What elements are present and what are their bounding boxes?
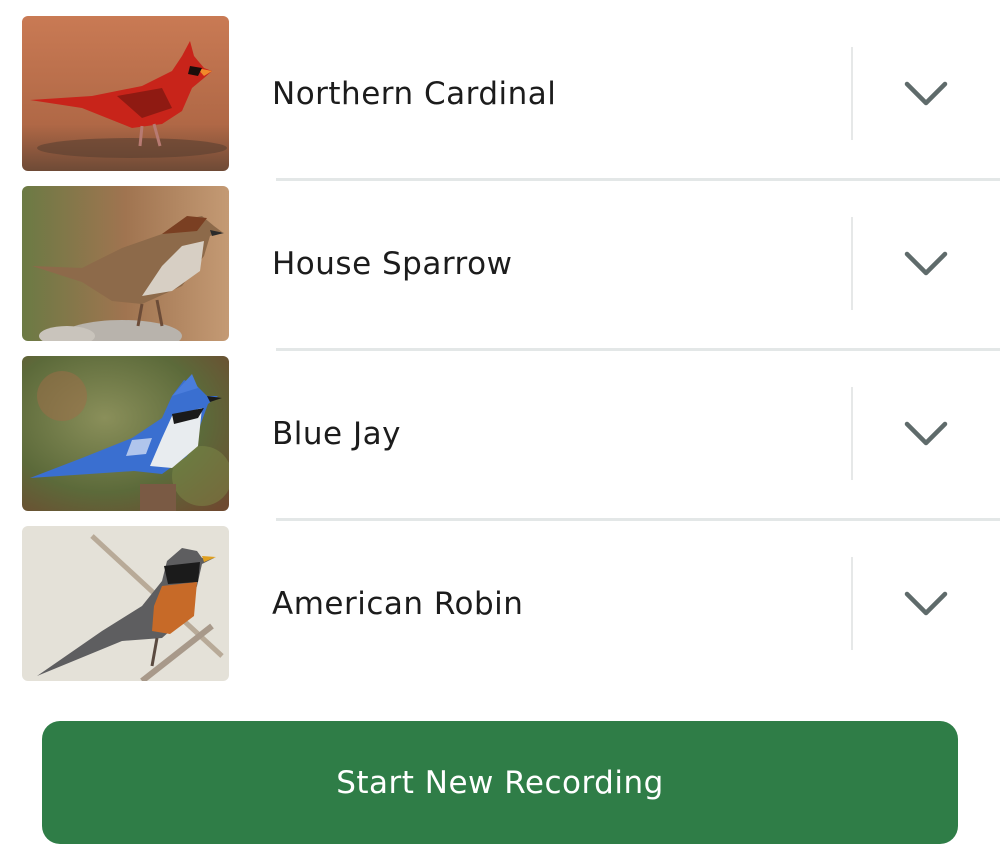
expand-button[interactable] [880, 58, 972, 130]
divider [851, 557, 853, 650]
bird-name: Northern Cardinal [272, 76, 557, 112]
bird-photo [22, 186, 229, 341]
bird-name: American Robin [272, 586, 524, 622]
start-new-recording-button[interactable]: Start New Recording [42, 721, 958, 844]
chevron-down-icon [904, 251, 948, 276]
divider [851, 217, 853, 310]
bird-name: House Sparrow [272, 246, 513, 282]
list-item[interactable]: Northern Cardinal [0, 0, 1000, 181]
chevron-down-icon [904, 421, 948, 446]
bird-photo [22, 356, 229, 511]
list-item[interactable]: American Robin [0, 510, 1000, 681]
house-sparrow-photo [22, 186, 229, 341]
chevron-down-icon [904, 81, 948, 106]
chevron-down-icon [904, 591, 948, 616]
divider [851, 387, 853, 480]
divider [851, 47, 853, 140]
list-item[interactable]: House Sparrow [0, 170, 1000, 351]
expand-button[interactable] [880, 398, 972, 470]
bird-photo [22, 526, 229, 681]
northern-cardinal-photo [22, 16, 229, 171]
bird-photo [22, 16, 229, 171]
start-new-recording-label: Start New Recording [336, 764, 664, 801]
list-item[interactable]: Blue Jay [0, 340, 1000, 521]
bird-name: Blue Jay [272, 416, 401, 452]
american-robin-photo [22, 526, 229, 681]
expand-button[interactable] [880, 568, 972, 640]
expand-button[interactable] [880, 228, 972, 300]
blue-jay-photo [22, 356, 229, 511]
